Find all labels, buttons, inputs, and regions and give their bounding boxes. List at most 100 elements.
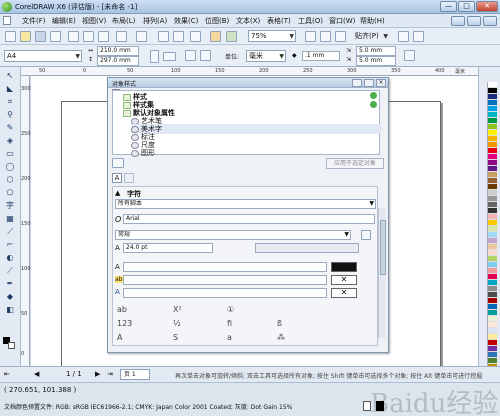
vertical-ruler[interactable]: 300 250 200 150 100 50 0 [21,76,31,366]
portrait-icon[interactable] [150,50,159,63]
copy-icon[interactable] [83,31,94,42]
swash-icon[interactable]: A [117,333,122,342]
numerals-icon[interactable]: 123 [117,319,132,328]
grid-icon[interactable] [320,31,331,42]
document-icon[interactable] [3,16,11,25]
fill-tool[interactable]: ◆ [3,292,17,302]
font-style-select[interactable]: 常规 ▼ [115,230,351,240]
docker-titlebar[interactable]: 对象样式 × [108,78,388,88]
paragraph-tab-icon[interactable] [124,173,134,183]
kerning-input[interactable] [255,243,359,253]
contextual-icon[interactable]: a [227,333,232,342]
horizontal-ruler[interactable]: 50 0 50 100 150 200 250 300 350 400 毫米 [21,67,478,76]
landscape-icon[interactable] [163,52,176,61]
collapse-arrow-icon[interactable]: ▲ [115,189,120,197]
ligature-icon[interactable]: fi [227,319,232,328]
ellipse-tool[interactable]: ◯ [3,162,17,172]
tree-item-graphic[interactable]: 图形 [131,148,155,158]
stylistic-set-icon[interactable]: ß [277,319,282,328]
text-fill-color-swatch[interactable] [331,262,357,272]
underline-icon[interactable]: ab [117,305,127,314]
prev-page-icon[interactable]: ◀ [34,370,39,378]
docker-expand-button[interactable] [364,79,374,87]
docker-scrollbar-thumb[interactable] [380,220,386,275]
application-launcher-icon[interactable] [413,31,424,42]
style-properties-icon[interactable] [112,158,124,168]
close-button[interactable]: ✕ [476,1,498,12]
menu-view[interactable]: 视图(V) [82,16,106,26]
parallel-dimension-tool[interactable]: ⟋ [3,227,17,237]
undo-icon[interactable] [116,31,127,42]
font-select[interactable]: Arial [123,214,375,224]
snap-to-dropdown[interactable]: 贴齐(P) ▼ [352,30,390,42]
first-page-icon[interactable]: ⇤ [4,370,10,378]
polygon-tool[interactable]: ⬡ [3,175,17,185]
freehand-tool[interactable]: ✎ [3,123,17,133]
last-page-icon[interactable]: ⇥ [107,370,113,378]
fraction-icon[interactable]: ½ [173,319,181,328]
font-style-options-icon[interactable] [361,230,371,240]
current-page-icon[interactable] [200,50,211,61]
menu-tools[interactable]: 工具(O) [298,16,323,26]
export-icon[interactable] [173,31,184,42]
table-tool[interactable]: ▦ [3,214,17,224]
nudge-distance-input[interactable]: .1 mm [302,51,340,61]
new-document-icon[interactable] [5,31,16,42]
color-profile-info[interactable]: 文档颜色预置文件: RGB: sRGB IEC61966-2.1; CMYK: … [4,402,292,411]
menu-bitmaps[interactable]: 位图(B) [205,16,229,26]
basic-shapes-tool[interactable]: ⬠ [3,188,17,198]
menu-file[interactable]: 文件(F) [22,16,46,26]
add-style-icon[interactable] [370,92,377,99]
docker-scrollbar[interactable] [378,208,386,338]
font-size-input[interactable]: 24.0 pt [123,243,213,253]
crop-tool[interactable]: ⌗ [3,97,17,107]
titling-icon[interactable]: ⁂ [277,333,285,342]
page-height-input[interactable]: 297.0 mm [97,56,139,66]
guidelines-icon[interactable] [335,31,346,42]
menu-help[interactable]: 帮助(H) [360,16,385,26]
menu-text[interactable]: 文本(X) [236,16,260,26]
duplicate-y-input[interactable]: 5.0 mm [356,56,396,66]
save-icon[interactable] [35,31,46,42]
page-width-input[interactable]: 210.0 mm [97,46,139,56]
docker-close-button[interactable]: × [376,79,386,87]
menu-effects[interactable]: 效果(C) [174,16,198,26]
pick-tool[interactable]: ↖ [3,71,17,81]
superscript-icon[interactable]: X² [173,305,182,314]
menu-edit[interactable]: 编辑(E) [52,16,76,26]
menu-window[interactable]: 窗口(W) [329,16,355,26]
paste-icon[interactable] [98,31,109,42]
zoom-tool[interactable]: ⚲ [3,110,17,120]
apply-to-selected-button[interactable]: 应用于选定对象 [326,158,384,169]
zoom-select[interactable]: 75% ▼ [248,30,296,42]
interactive-fill-tool[interactable]: ◧ [3,305,17,315]
welcome-screen-icon[interactable] [210,31,221,42]
outline-select[interactable] [123,288,327,298]
full-screen-icon[interactable] [305,31,316,42]
doc-close-button[interactable] [483,16,497,26]
options-gear-icon[interactable] [398,31,409,42]
corel-connect-icon[interactable] [226,31,237,42]
redo-icon[interactable] [136,31,147,42]
outline-pen-tool[interactable]: ✒ [3,279,17,289]
ordinal-icon[interactable]: ① [227,305,234,314]
minimize-button[interactable]: — [440,1,457,12]
outline-color-swatch[interactable]: ✕ [331,288,357,298]
next-page-icon[interactable]: ▶ [95,370,100,378]
menu-table[interactable]: 表格(T) [267,16,291,26]
rectangle-tool[interactable]: ▭ [3,149,17,159]
small-caps-icon[interactable]: S [173,333,178,342]
open-folder-icon[interactable] [20,31,31,42]
print-icon[interactable] [50,31,61,42]
blend-tool[interactable]: ◐ [3,253,17,263]
color-palette[interactable] [487,82,497,382]
doc-minimize-button[interactable] [451,16,465,26]
page-size-select[interactable]: A4 ▼ [4,50,82,62]
all-pages-icon[interactable] [185,50,196,61]
page-tab[interactable]: 页 1 [120,369,150,380]
text-tool[interactable]: 字 [3,201,17,211]
background-fill-select[interactable] [123,275,327,285]
menu-layout[interactable]: 布局(L) [112,16,135,26]
menu-arrange[interactable]: 排列(A) [143,16,167,26]
no-fill-swatch[interactable]: ✕ [331,275,357,285]
